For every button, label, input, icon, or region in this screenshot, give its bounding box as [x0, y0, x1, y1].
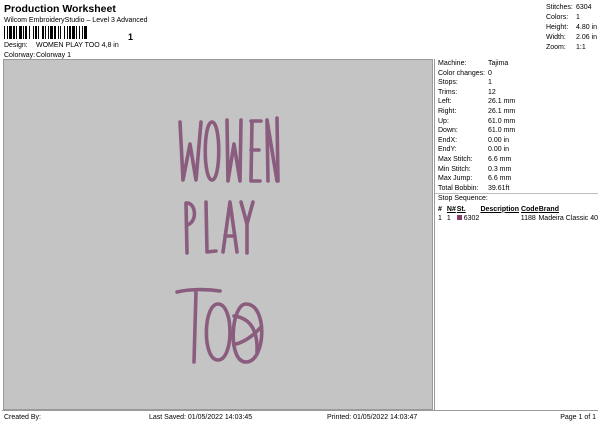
- machine-info-value: 61.0 mm: [488, 117, 516, 125]
- barcode-suffix: 1: [128, 32, 134, 42]
- machine-info-row: EndY: 0.00 in: [435, 145, 598, 155]
- stat-value: 1: [576, 14, 580, 21]
- machine-info-value: 0.00 in: [488, 146, 510, 154]
- machine-info-label: Total Bobbin:: [438, 184, 479, 192]
- footer-last-saved: Last Saved: 01/05/2022 14:03:45: [149, 414, 253, 421]
- machine-info-value: 26.1 mm: [488, 98, 516, 106]
- stop-sequence-header: # N# St. Description Code Brand: [435, 205, 598, 214]
- thread-color-swatch: [456, 215, 462, 221]
- stat-value: 1:1: [576, 44, 586, 51]
- machine-info-label: Trims:: [438, 88, 458, 96]
- machine-info-row: Max Stitch: 6.6 mm: [435, 155, 598, 165]
- stop-sequence-label: Stop Sequence:: [438, 195, 488, 203]
- machine-info-label: Down:: [438, 127, 458, 135]
- stop-stitches-cell: 6302: [456, 214, 481, 223]
- col-needle: N#: [446, 205, 456, 213]
- col-code: Code: [520, 205, 539, 213]
- stat-label: Width:: [546, 34, 566, 41]
- design-value: WOMEN PLAY TOO 4,8 in: [36, 42, 119, 49]
- machine-info-label: Color changes:: [438, 69, 486, 77]
- stop-number: 1: [438, 214, 442, 222]
- machine-info-row: Machine: Tajima: [435, 59, 598, 69]
- stop-description: [480, 214, 520, 223]
- machine-info-row: Down: 61.0 mm: [435, 126, 598, 136]
- software-subtitle: Wilcom EmbroideryStudio – Level 3 Advanc…: [4, 17, 148, 24]
- stat-zoom: Zoom: 1:1: [546, 43, 600, 53]
- stat-stitches: Stitches: 6304: [546, 3, 600, 13]
- stat-label: Colors:: [546, 14, 569, 21]
- machine-info-row: Max Jump: 6.6 mm: [435, 174, 598, 184]
- stat-value: 2.06 in: [576, 34, 598, 41]
- machine-info-label: EndX:: [438, 136, 458, 144]
- stat-label: Zoom:: [546, 44, 566, 51]
- machine-info-label: EndY:: [438, 146, 457, 154]
- stat-width: Width: 2.06 in: [546, 33, 600, 43]
- machine-info-value: 6.6 mm: [488, 175, 512, 183]
- col-stitches: St.: [456, 205, 466, 213]
- machine-info-value: 39.61ft: [488, 184, 510, 192]
- machine-info-value: 0.00 in: [488, 136, 510, 144]
- machine-info-label: Left:: [438, 98, 452, 106]
- stop-code: 1188: [520, 214, 536, 222]
- worksheet-title: Production Worksheet: [4, 3, 116, 15]
- footer-page: Page 1 of 1: [560, 414, 596, 421]
- design-word-too: [175, 287, 264, 364]
- machine-info-label: Up:: [438, 117, 449, 125]
- stop-brand: Madeira Classic 40: [538, 214, 598, 222]
- stat-height: Height: 4.80 in: [546, 23, 600, 33]
- design-preview-canvas: [3, 59, 433, 410]
- machine-info-label: Stops:: [438, 79, 458, 87]
- stat-colors: Colors: 1: [546, 13, 600, 23]
- machine-info-row: EndX: 0.00 in: [435, 136, 598, 146]
- machine-info-row: Trims: 12: [435, 88, 598, 98]
- machine-info-value: 61.0 mm: [488, 127, 516, 135]
- stop-sequence-title: Stop Sequence:: [435, 194, 598, 204]
- machine-info-row: Right: 26.1 mm: [435, 107, 598, 117]
- stop-sequence-row: 1 1 6302 1188 Madeira Classic 40: [435, 214, 598, 223]
- machine-info-label: Max Jump:: [438, 175, 473, 183]
- design-word-women: [178, 116, 280, 183]
- machine-info-value: Tajima: [488, 60, 509, 67]
- design-label: Design:: [4, 42, 28, 49]
- machine-info-panel: Machine: Tajima Color changes: 0 Stops: 1 Trim…: [434, 59, 598, 410]
- stop-stitches: 6302: [463, 214, 480, 222]
- machine-info-label: Min Stitch:: [438, 165, 471, 173]
- stop-needle: 1: [446, 214, 451, 222]
- machine-info-label: Right:: [438, 107, 457, 115]
- machine-info-row: Color changes: 0: [435, 69, 598, 79]
- design-word-play: [184, 200, 255, 255]
- machine-info-row: Stops: 1: [435, 78, 598, 88]
- col-number: #: [438, 205, 442, 213]
- machine-info-row: Left: 26.1 mm: [435, 97, 598, 107]
- machine-info-value: 0.3 mm: [488, 165, 512, 173]
- col-brand: Brand: [538, 205, 559, 213]
- machine-info-value: 26.1 mm: [488, 107, 516, 115]
- design-stats: Stitches: 6304 Colors: 1 Height: 4.80 in Wi…: [546, 3, 600, 53]
- stat-label: Stitches:: [546, 4, 573, 11]
- machine-info-value: 12: [488, 88, 496, 96]
- stat-value: 4.80 in: [576, 24, 598, 31]
- machine-info-value: 6.6 mm: [488, 155, 512, 163]
- machine-info-row: Min Stitch: 0.3 mm: [435, 165, 598, 175]
- col-description: Description: [480, 205, 519, 213]
- stat-value: 6304: [576, 4, 592, 11]
- stat-label: Height:: [546, 24, 569, 31]
- machine-info-row: Up: 61.0 mm: [435, 117, 598, 127]
- machine-info-value: 0: [488, 69, 492, 77]
- design-name-row: Design: WOMEN PLAY TOO 4,8 in: [4, 41, 119, 50]
- worksheet-footer: Created By: Last Saved: 01/05/2022 14:03…: [2, 410, 598, 422]
- machine-info-label: Max Stitch:: [438, 155, 473, 163]
- machine-info-label: Machine:: [438, 60, 467, 67]
- embroidery-preview: [175, 116, 280, 364]
- production-worksheet: Production Worksheet Wilcom EmbroiderySt…: [2, 2, 598, 422]
- design-barcode: [4, 26, 158, 40]
- footer-printed: Printed: 01/05/2022 14:03:47: [327, 414, 418, 421]
- footer-created-by: Created By:: [4, 414, 41, 421]
- machine-info-value: 1: [488, 79, 492, 87]
- machine-info-row: Total Bobbin: 39.61ft: [435, 184, 598, 194]
